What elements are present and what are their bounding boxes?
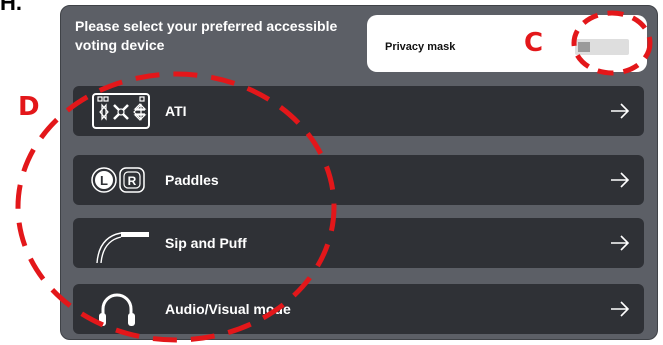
svg-text:R: R [128,174,137,188]
arrow-right-icon [611,235,630,251]
annotation-c-letter: C [524,28,544,58]
option-audio-visual-mode-label: Audio/Visual mode [165,301,291,317]
option-ati-label: ATI [165,103,187,119]
panel-heading: Please select your preferred accessible … [75,18,338,53]
privacy-mask-toggle-knob [578,42,590,52]
paddles-icon: L R [91,167,145,193]
device-selection-panel: Please select your preferred accessible … [60,5,658,340]
privacy-mask-card: Privacy mask [367,15,647,72]
headphones-icon [99,293,135,326]
arrow-right-icon [611,103,630,119]
option-paddles-label: Paddles [165,172,219,188]
sip-and-puff-icon [96,232,149,263]
option-sip-and-puff-button[interactable]: Sip and Puff [73,218,644,268]
svg-text:L: L [100,173,108,188]
option-audio-visual-mode-button[interactable]: Audio/Visual mode [73,284,644,334]
option-sip-and-puff-label: Sip and Puff [165,235,247,251]
option-paddles-button[interactable]: L R Paddles [73,155,644,205]
privacy-mask-toggle[interactable] [575,39,629,55]
annotation-d-letter: D [18,92,40,122]
corner-text: H. [0,0,22,15]
option-ati-button[interactable]: ATI [73,86,644,136]
arrow-right-icon [611,172,630,188]
ati-keypad-icon [92,93,150,129]
privacy-mask-label: Privacy mask [385,41,456,53]
arrow-right-icon [611,301,630,317]
